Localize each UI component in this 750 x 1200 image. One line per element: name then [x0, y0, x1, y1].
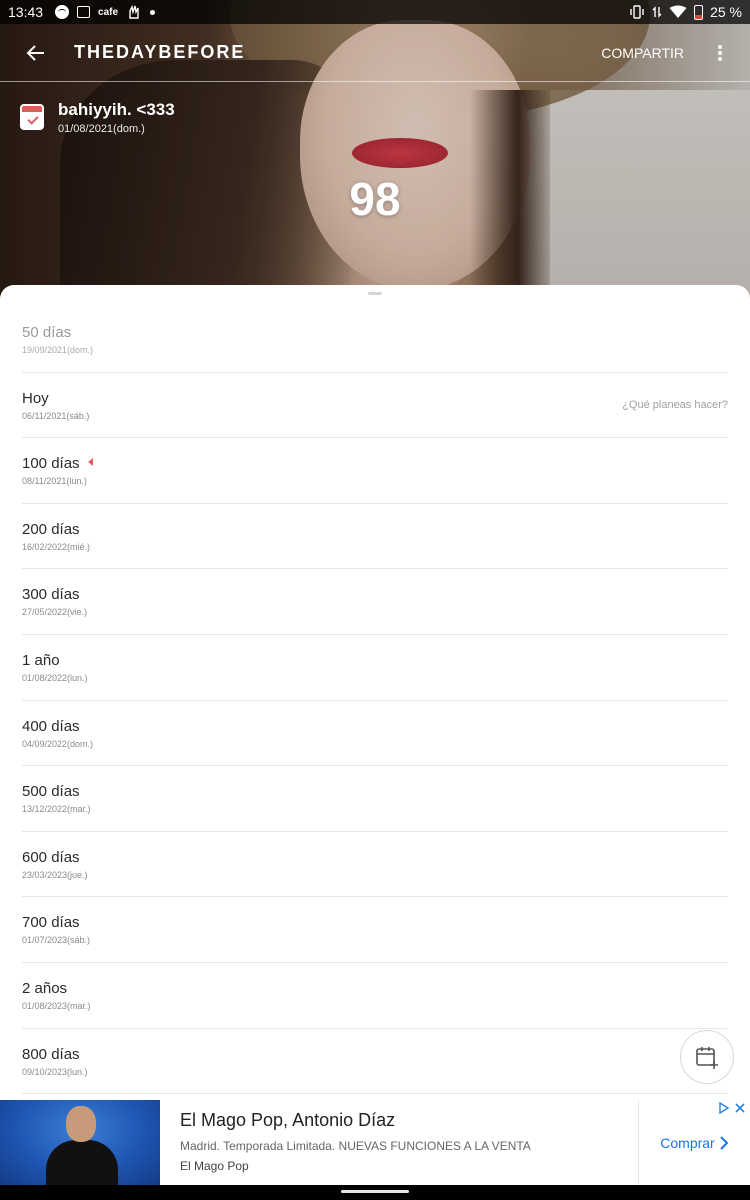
milestone-label: 600 días — [22, 848, 80, 866]
milestone-list: 50 días 19/09/2021(dom.) Hoy 06/11/2021(… — [22, 307, 728, 1095]
hero-photo: 13:43 cafe 25 % THEDAYBEFORE COMPARTIR b… — [0, 0, 750, 300]
ad-advertiser: El Mago Pop — [180, 1159, 249, 1173]
plan-prompt-link[interactable]: ¿Qué planeas hacer? — [622, 399, 728, 411]
cafe-icon: cafe — [98, 6, 119, 18]
milestone-date: 13/12/2022(mar.) — [22, 804, 91, 815]
list-item[interactable]: 700 días 01/07/2023(sáb.) — [22, 897, 728, 963]
ad-close-icon[interactable] — [734, 1102, 746, 1117]
milestone-label: 800 días — [22, 1045, 80, 1063]
battery-percent: 25 % — [710, 4, 742, 20]
milestone-label: 500 días — [22, 783, 80, 801]
milestone-label: 2 años — [22, 979, 68, 997]
milestone-date: 16/02/2022(mié.) — [22, 541, 91, 552]
list-item[interactable]: 50 días 19/09/2021(dom.) — [22, 307, 728, 373]
milestone-date: 08/11/2021(lun.) — [22, 476, 87, 487]
system-nav-bar — [0, 1185, 750, 1200]
hand-icon — [126, 4, 142, 20]
milestone-date: 01/08/2022(lun.) — [22, 672, 88, 683]
event-title: bahiyyih. <333 — [58, 100, 175, 119]
ad-banner[interactable]: El Mago Pop, Antonio Díaz Madrid. Tempor… — [0, 1100, 750, 1185]
list-item[interactable]: 300 días 27/05/2022(vie.) — [22, 569, 728, 635]
back-button[interactable] — [18, 35, 54, 71]
app-logo: THEDAYBEFORE — [74, 42, 246, 62]
next-milestone-marker-icon — [87, 458, 93, 467]
battery-icon — [694, 4, 704, 20]
event-header: bahiyyih. <333 01/08/2021(dom.) — [20, 100, 175, 135]
day-count: 98 — [349, 173, 401, 225]
milestone-label: 1 año — [22, 651, 60, 669]
ad-description: Madrid. Temporada Limitada. NUEVAS FUNCI… — [180, 1139, 531, 1153]
ad-choices-icon[interactable] — [718, 1101, 730, 1117]
milestone-label: 400 días — [22, 717, 80, 735]
status-bar: 13:43 cafe 25 % — [0, 0, 750, 24]
calendar-check-icon — [20, 104, 44, 130]
add-event-button[interactable] — [680, 1030, 734, 1084]
list-item[interactable]: 2 años 01/08/2023(mar.) — [22, 963, 728, 1029]
list-item[interactable]: 500 días 13/12/2022(mar.) — [22, 766, 728, 832]
list-item[interactable]: 400 días 04/09/2022(dom.) — [22, 701, 728, 767]
status-time: 13:43 — [8, 4, 44, 20]
milestone-label: 700 días — [22, 914, 80, 932]
back-arrow-icon — [26, 44, 44, 61]
milestone-date: 06/11/2021(sáb.) — [22, 410, 90, 421]
drag-handle[interactable] — [368, 292, 382, 295]
more-vert-icon — [718, 44, 722, 61]
milestone-date: 01/08/2023(mar.) — [22, 1000, 91, 1011]
milestone-label: 200 días — [22, 520, 80, 538]
ad-choices[interactable] — [718, 1101, 746, 1117]
app-bar: THEDAYBEFORE COMPARTIR — [0, 24, 750, 82]
milestone-label: 100 días — [22, 455, 80, 473]
vibrate-icon — [629, 5, 645, 19]
milestone-label: 300 días — [22, 586, 80, 604]
list-item[interactable]: 600 días 23/03/2023(jue.) — [22, 832, 728, 898]
data-arrows-icon — [652, 5, 662, 19]
list-item[interactable]: 800 días 09/10/2023(lun.) — [22, 1029, 728, 1095]
milestone-date: 27/05/2022(vie.) — [22, 607, 88, 618]
milestone-date: 09/10/2023(lun.) — [22, 1066, 88, 1077]
list-item[interactable]: 100 días 08/11/2021(lun.) — [22, 438, 728, 504]
home-gesture-pill[interactable] — [341, 1190, 409, 1193]
notification-dot — [150, 9, 156, 15]
chevron-right-icon — [720, 1135, 729, 1150]
ad-image[interactable] — [0, 1100, 160, 1185]
milestone-date: 01/07/2023(sáb.) — [22, 935, 91, 946]
event-date: 01/08/2021(dom.) — [58, 123, 145, 135]
calendar-add-icon — [696, 1047, 718, 1069]
list-item[interactable]: 1 año 01/08/2022(lun.) — [22, 635, 728, 701]
list-item[interactable]: Hoy 06/11/2021(sáb.) ¿Qué planeas hacer? — [22, 373, 728, 439]
ad-title[interactable]: El Mago Pop, Antonio Díaz — [180, 1110, 618, 1131]
spotify-icon — [55, 5, 70, 19]
list-item[interactable]: 200 días 16/02/2022(mié.) — [22, 504, 728, 570]
more-options-button[interactable] — [702, 35, 738, 71]
share-button[interactable]: COMPARTIR — [591, 37, 694, 69]
milestone-label: 50 días — [22, 324, 72, 341]
milestone-sheet: 50 días 19/09/2021(dom.) Hoy 06/11/2021(… — [0, 285, 750, 1100]
photo-icon — [77, 6, 91, 18]
ad-cta-label: Comprar — [660, 1134, 715, 1151]
milestone-date: 23/03/2023(jue.) — [22, 869, 88, 880]
milestone-label: Hoy — [22, 389, 49, 407]
milestone-date: 04/09/2022(dom.) — [22, 738, 94, 749]
milestone-date: 19/09/2021(dom.) — [22, 345, 94, 355]
wifi-icon — [669, 5, 687, 19]
